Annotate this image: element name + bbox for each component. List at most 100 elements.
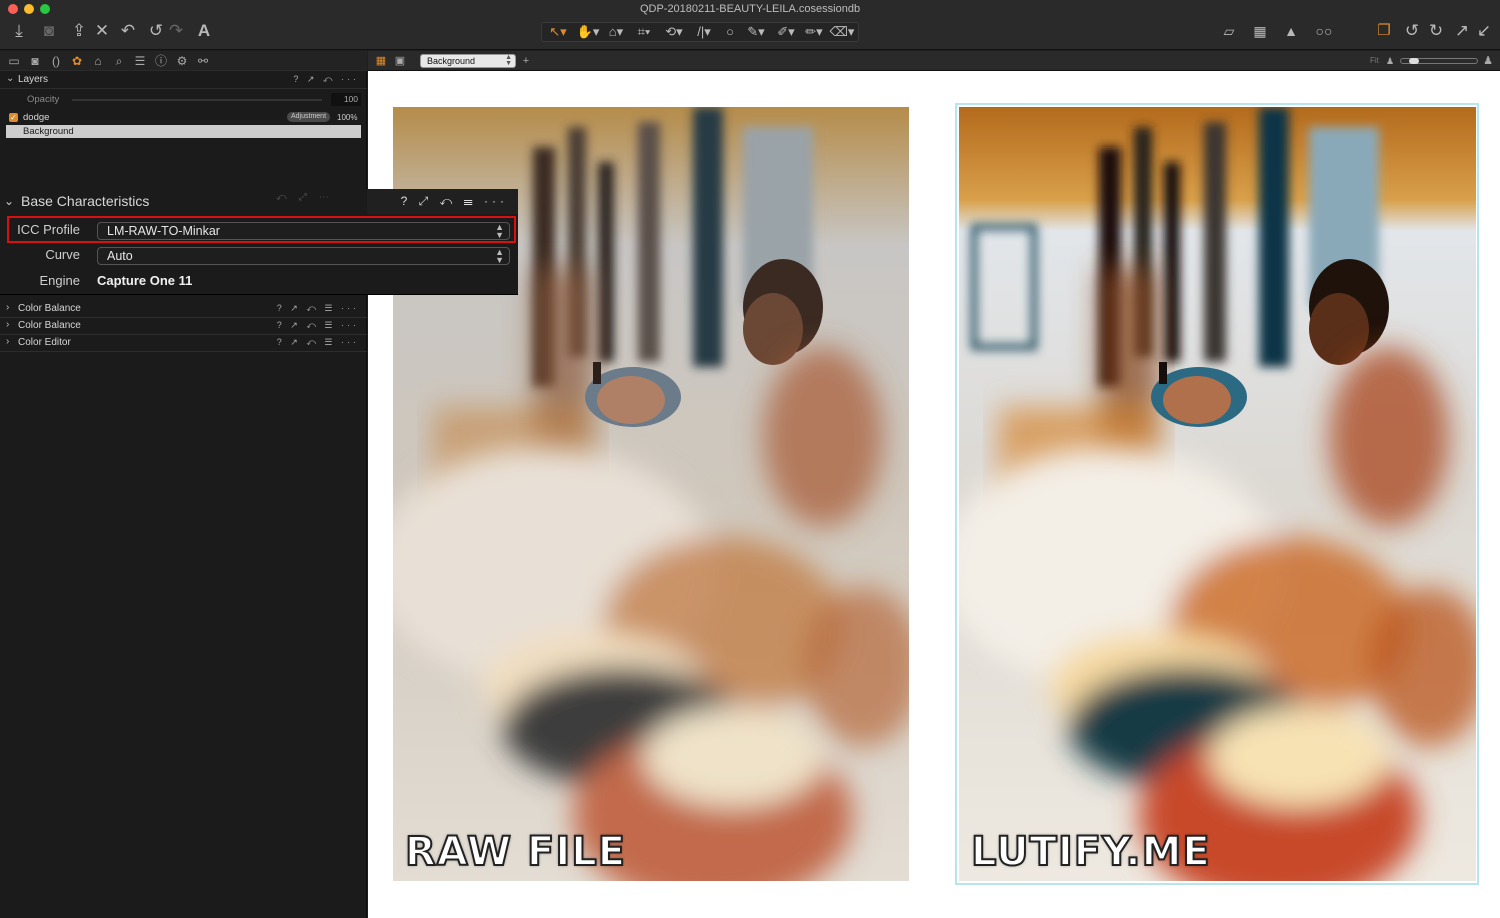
panel-tools[interactable]: ? ⤢ ⤺ ☰ ···: [401, 194, 508, 209]
updown-icon: ▲ ▼: [495, 222, 504, 240]
picker-tool[interactable]: ✏▾: [800, 23, 828, 41]
metadata-tab-icon[interactable]: ⓘ: [153, 53, 169, 69]
raw-caption: RAW FILE: [404, 828, 627, 876]
grid-view-icon[interactable]: ▦: [374, 54, 388, 68]
layer-row-dodge[interactable]: ✓ dodge Adjustment 100%: [6, 111, 361, 124]
expand-icon[interactable]: ↗: [1451, 21, 1473, 43]
curve-label: Curve: [45, 247, 80, 262]
icc-profile-select[interactable]: LM-RAW-TO-Minkar ▲ ▼: [97, 222, 510, 240]
lutify-photo-art: [959, 107, 1476, 881]
proof-icon[interactable]: ▱: [1218, 21, 1240, 43]
export-icon[interactable]: ⇪: [68, 21, 90, 43]
chevron-right-icon: ›: [6, 302, 10, 313]
select-tool[interactable]: ↖▾: [544, 23, 572, 41]
lutify-image[interactable]: LUTIFY.ME: [959, 107, 1476, 881]
tool-tabs: ▭ ◙ () ✿ ⌂ ⌕ ☰ ⓘ ⚙ ⚯: [0, 51, 367, 71]
color-balance-header[interactable]: › Color Balance ? ↗ ⤺ ☰ ···: [0, 301, 367, 318]
chevron-down-icon: ⌄: [6, 73, 15, 84]
undo-icon[interactable]: ↶: [117, 21, 139, 43]
title-toolbar: QDP-20180211-BEAUTY-LEILA.cosessiondb ⤓ …: [0, 0, 1500, 50]
crop-tool[interactable]: ⌗▾: [630, 23, 658, 41]
add-layer-icon[interactable]: +: [519, 54, 533, 68]
capture-one-window: QDP-20180211-BEAUTY-LEILA.cosessiondb ⤓ …: [0, 0, 1500, 918]
exposure-tab-icon[interactable]: ⌂: [90, 53, 106, 69]
rotate-tool[interactable]: ⟲▾: [660, 23, 688, 41]
layers-header[interactable]: ⌄ Layers ? ↗ ⤺ ···: [0, 72, 367, 89]
section-tools[interactable]: ? ↗ ⤺ ☰ ···: [277, 337, 359, 348]
rotate-right-icon[interactable]: ↻: [1425, 21, 1447, 43]
zoom-slider[interactable]: [1400, 58, 1478, 64]
lutify-caption: LUTIFY.ME: [970, 828, 1211, 876]
person-large-icon: ♟: [1483, 55, 1493, 67]
section-tools[interactable]: ? ↗ ⤺ ☰ ···: [277, 303, 359, 314]
rotate-left-icon[interactable]: ↺: [1401, 21, 1423, 43]
details-tab-icon[interactable]: ⌕: [111, 53, 127, 69]
section-title: Color Balance: [18, 303, 81, 314]
engine-value: Capture One 11: [97, 273, 193, 288]
camera-icon[interactable]: ◙: [38, 21, 60, 43]
layer-select[interactable]: Background ▲ ▼: [420, 54, 516, 68]
opacity-label: Opacity: [27, 94, 60, 105]
brush-tool[interactable]: ✎▾: [742, 23, 770, 41]
image-viewer: ▦ ▣ Background ▲ ▼ + Fit ♟ ♟ RAW FILE LU…: [368, 51, 1500, 918]
base-characteristics-title: Base Characteristics: [21, 193, 150, 209]
engine-label: Engine: [39, 273, 80, 288]
updown-icon: ▲ ▼: [495, 247, 504, 265]
glasses-icon[interactable]: ○○: [1311, 21, 1337, 43]
layers-tools[interactable]: ? ↗ ⤺ ···: [293, 74, 359, 85]
layer-opacity: 100%: [337, 113, 358, 122]
section-title: Color Editor: [18, 337, 71, 348]
chevron-right-icon: ›: [6, 319, 10, 330]
zoom-knob[interactable]: [1409, 58, 1419, 64]
loupe-tool[interactable]: ⌂▾: [602, 23, 630, 41]
color-editor-header[interactable]: › Color Editor ? ↗ ⤺ ☰ ···: [0, 335, 367, 352]
batch-tab-icon[interactable]: ⚯: [195, 53, 211, 69]
layer-row-background[interactable]: Background: [6, 125, 361, 138]
exposure-warning-icon[interactable]: ▲: [1280, 21, 1302, 43]
grid-icon[interactable]: ▦: [1249, 21, 1271, 43]
color-tab-icon[interactable]: ✿: [69, 53, 85, 69]
output-tab-icon[interactable]: ⚙: [174, 53, 190, 69]
spot-tool[interactable]: ○: [716, 23, 744, 41]
layer-select-value: Background: [427, 56, 476, 66]
lens-tab-icon[interactable]: (): [48, 53, 64, 69]
section-title: Color Balance: [18, 320, 81, 331]
import-icon[interactable]: ⤓: [8, 21, 30, 43]
opacity-slider[interactable]: [72, 99, 322, 101]
curve-value: Auto: [107, 249, 133, 263]
ghost-tools: ⤺⤢⋯: [276, 192, 341, 203]
library-tab-icon[interactable]: ▭: [6, 53, 22, 69]
tool-panel: ▭ ◙ () ✿ ⌂ ⌕ ☰ ⓘ ⚙ ⚯ ⌄ Layers ? ↗ ⤺ ··· …: [0, 51, 367, 918]
layer-type-badge: Adjustment: [287, 112, 331, 122]
updown-icon: ▲ ▼: [505, 54, 512, 67]
pan-tool[interactable]: ✋▾: [574, 23, 602, 41]
viewer-toolbar: ▦ ▣ Background ▲ ▼ + Fit ♟ ♟: [368, 51, 1500, 71]
collapse-icon[interactable]: ↙: [1473, 21, 1495, 43]
adjustments-tab-icon[interactable]: ☰: [132, 53, 148, 69]
delete-icon[interactable]: ✕: [91, 21, 113, 43]
chevron-down-icon[interactable]: ⌄: [4, 194, 14, 208]
layer-name: Background: [23, 126, 74, 137]
icc-profile-value: LM-RAW-TO-Minkar: [107, 224, 220, 238]
eraser-tool[interactable]: ⌫▾: [828, 23, 856, 41]
curve-select[interactable]: Auto ▲ ▼: [97, 247, 510, 265]
color-balance-header-2[interactable]: › Color Balance ? ↗ ⤺ ☰ ···: [0, 318, 367, 335]
single-view-icon[interactable]: ▣: [393, 54, 407, 68]
layers-title: Layers: [18, 74, 49, 85]
keystone-tool[interactable]: /|▾: [690, 23, 718, 41]
opacity-value[interactable]: 100: [331, 93, 361, 106]
gradient-tool[interactable]: ✐▾: [772, 23, 800, 41]
icc-profile-label: ICC Profile: [17, 222, 80, 237]
undo-step-icon[interactable]: ↺: [145, 21, 167, 43]
redo-icon[interactable]: ↷: [165, 21, 187, 43]
person-small-icon: ♟: [1385, 56, 1395, 66]
checkbox-icon[interactable]: ✓: [9, 113, 18, 122]
base-characteristics-panel: ⌄ Base Characteristics ⤺⤢⋯ ? ⤢ ⤺ ☰ ··· I…: [0, 189, 518, 295]
text-icon[interactable]: A: [193, 21, 215, 43]
layer-name: dodge: [23, 112, 50, 123]
section-tools[interactable]: ? ↗ ⤺ ☰ ···: [277, 320, 359, 331]
cursor-tools: ↖▾ ✋▾ ⌂▾ ⌗▾ ⟲▾ /|▾ ○ ✎▾ ✐▾ ✏▾ ⌫▾: [541, 22, 859, 42]
chevron-right-icon: ›: [6, 336, 10, 347]
capture-tab-icon[interactable]: ◙: [27, 53, 43, 69]
variants-icon[interactable]: ❐: [1373, 21, 1395, 43]
